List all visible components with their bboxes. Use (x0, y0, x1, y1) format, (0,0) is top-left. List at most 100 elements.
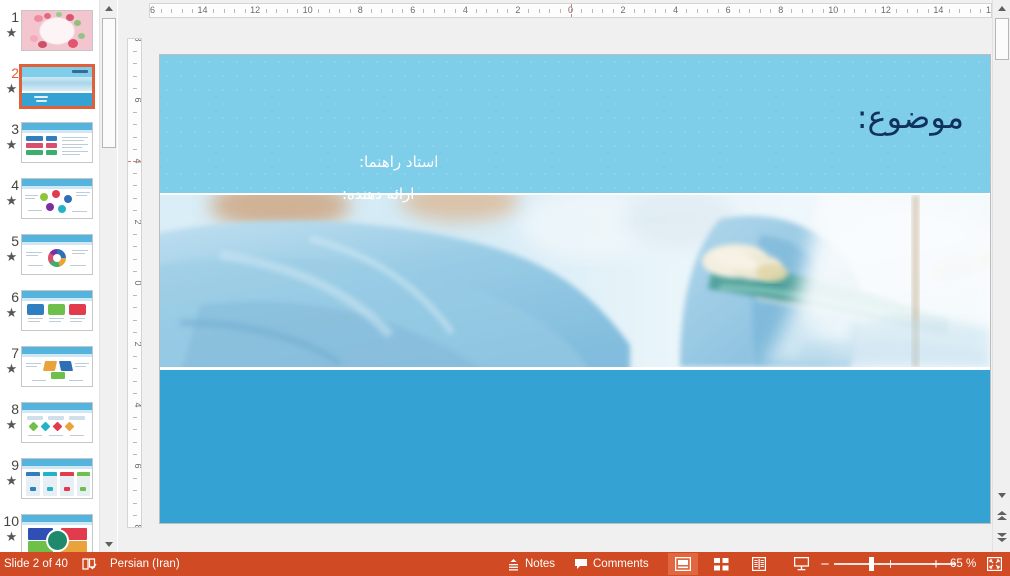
editor-scrollbar[interactable] (992, 0, 1010, 552)
editor-scroll-down-button[interactable] (994, 487, 1010, 503)
ruler-minor-tick (538, 9, 540, 13)
ruler-minor-tick (423, 9, 425, 13)
slide-sorter-icon (713, 557, 728, 570)
notes-button[interactable]: Notes (507, 552, 555, 576)
slide-thumbnail-5[interactable]: 5 ★ (0, 232, 99, 288)
animation-star-icon: ★ (5, 305, 18, 320)
slide-thumbnail-10[interactable]: 10 ★ (0, 512, 99, 552)
slide-thumbnail-4[interactable]: 4 ★ (0, 176, 99, 232)
comments-label: Comments (593, 558, 649, 570)
comments-button[interactable]: Comments (574, 552, 649, 576)
thumbnail-scrollbar-thumb[interactable] (102, 18, 116, 148)
ruler-tick-label: 6 (410, 5, 416, 15)
ruler-minor-tick (696, 9, 698, 13)
ruler-minor-tick (133, 173, 137, 175)
ruler-minor-tick (339, 9, 341, 13)
normal-view-icon (675, 557, 691, 571)
thumbnail-scroll-up-button[interactable] (101, 0, 117, 16)
zoom-in-button[interactable]: + (929, 552, 943, 576)
thumbnail-scrollbar[interactable] (99, 0, 117, 552)
ruler-minor-tick (749, 9, 751, 13)
ruler-minor-tick (686, 9, 688, 13)
slide-counter[interactable]: Slide 2 of 40 (4, 552, 68, 576)
slide-title-text[interactable]: موضوع: (857, 97, 964, 137)
slide-bottom-band (160, 370, 990, 523)
slide-thumbnail-number: 10 (3, 513, 19, 529)
slide-canvas[interactable]: موضوع: استاد راهنما: ارائه دهنده: (160, 55, 990, 523)
advisor-label-text[interactable]: استاد راهنما: (359, 153, 438, 171)
slide-thumbnail-8[interactable]: 8 ★ (0, 400, 99, 456)
ruler-minor-tick (370, 9, 372, 13)
animation-star-icon: ★ (5, 25, 18, 40)
slide-thumbnail-image[interactable] (21, 290, 93, 331)
slide-photo-operating-room[interactable] (160, 195, 990, 367)
slide-thumbnail-image[interactable] (21, 346, 93, 387)
ruler-tick-label: 10 (828, 5, 839, 15)
vertical-ruler[interactable]: 864202468 (127, 38, 142, 528)
slide-thumbnail-image[interactable] (19, 64, 95, 109)
notes-label: Notes (525, 558, 556, 570)
ruler-minor-tick (906, 9, 908, 13)
slide-thumbnail-7[interactable]: 7 ★ (0, 344, 99, 400)
fit-to-window-button[interactable] (982, 553, 1006, 575)
slide-thumbnail-6[interactable]: 6 ★ (0, 288, 99, 344)
slide-thumbnail-image[interactable] (21, 402, 93, 443)
slide-sorter-view-button[interactable] (706, 553, 736, 575)
slide-thumbnail-3[interactable]: 3 ★ (0, 120, 99, 176)
slide-thumbnail-image[interactable] (21, 178, 93, 219)
proofing-status-button[interactable] (82, 552, 97, 576)
slide-thumbnail-image[interactable] (21, 122, 93, 163)
ruler-minor-tick (234, 9, 236, 13)
ruler-minor-tick (171, 9, 173, 13)
editor-scrollbar-thumb[interactable] (995, 18, 1009, 60)
slide-thumbnail-pane[interactable]: 1 ★ 2 ★ 3 ★ 4 ★ 5 ★ 6 ★ 7 ★ 8 ★ 9 ★ 10 ★ (0, 0, 99, 552)
ruler-minor-tick (133, 258, 137, 260)
ruler-minor-tick (927, 9, 929, 13)
slide-thumbnail-image[interactable] (21, 10, 93, 51)
ruler-tick-label: 14 (933, 5, 944, 15)
slide-thumbnail-image[interactable] (21, 458, 93, 499)
powerpoint-window: 1 ★ 2 ★ 3 ★ 4 ★ 5 ★ 6 ★ 7 ★ 8 ★ 9 ★ 10 ★… (0, 0, 1010, 576)
horizontal-ruler[interactable]: 1614121086420246810121416 (149, 3, 992, 18)
ruler-tick-label: 12 (880, 5, 891, 15)
editor-scroll-up-button[interactable] (994, 0, 1010, 16)
zoom-slider-handle[interactable] (869, 557, 874, 571)
animation-star-icon: ★ (5, 137, 18, 152)
slide-thumbnail-number: 9 (11, 457, 19, 473)
zoom-in-label: + (931, 555, 941, 573)
ruler-minor-tick (496, 9, 498, 13)
next-slide-button[interactable] (994, 530, 1010, 546)
slide-thumbnail-number: 8 (11, 401, 19, 417)
thumbnail-scroll-down-button[interactable] (101, 536, 117, 552)
slide-show-button[interactable] (786, 553, 816, 575)
slide-thumbnail-image[interactable] (21, 234, 93, 275)
ruler-tick-label: 8 (133, 38, 142, 42)
slide-thumbnail-1[interactable]: 1 ★ (0, 8, 99, 64)
ruler-minor-tick (402, 9, 404, 13)
scroll-up-icon (105, 5, 113, 11)
reading-view-button[interactable] (744, 553, 774, 575)
animation-star-icon: ★ (5, 529, 18, 544)
zoom-percentage[interactable]: 65 % (950, 552, 976, 576)
presenter-label-text[interactable]: ارائه دهنده: (342, 185, 414, 203)
ruler-minor-tick (917, 9, 919, 13)
slide-thumbnail-9[interactable]: 9 ★ (0, 456, 99, 512)
normal-view-button[interactable] (668, 553, 698, 575)
slide-thumbnail-image[interactable] (21, 514, 93, 552)
ruler-minor-tick (454, 9, 456, 13)
slide-thumbnail-number: 4 (11, 177, 19, 193)
ruler-minor-tick (133, 417, 137, 419)
ruler-tick-label: 2 (133, 341, 142, 347)
ruler-minor-tick (791, 9, 793, 13)
previous-slide-button[interactable] (994, 508, 1010, 524)
ruler-minor-tick (654, 9, 656, 13)
ruler-tick-label: 8 (778, 5, 784, 15)
ruler-zero-marker (570, 4, 573, 17)
ruler-minor-tick (133, 112, 137, 114)
slide-thumbnail-2[interactable]: 2 ★ (0, 64, 99, 120)
zoom-out-button[interactable]: − (818, 552, 832, 576)
reading-view-icon (752, 557, 766, 571)
ruler-minor-tick (559, 9, 561, 13)
language-indicator[interactable]: Persian (Iran) (110, 552, 180, 576)
ruler-minor-tick (223, 9, 225, 13)
